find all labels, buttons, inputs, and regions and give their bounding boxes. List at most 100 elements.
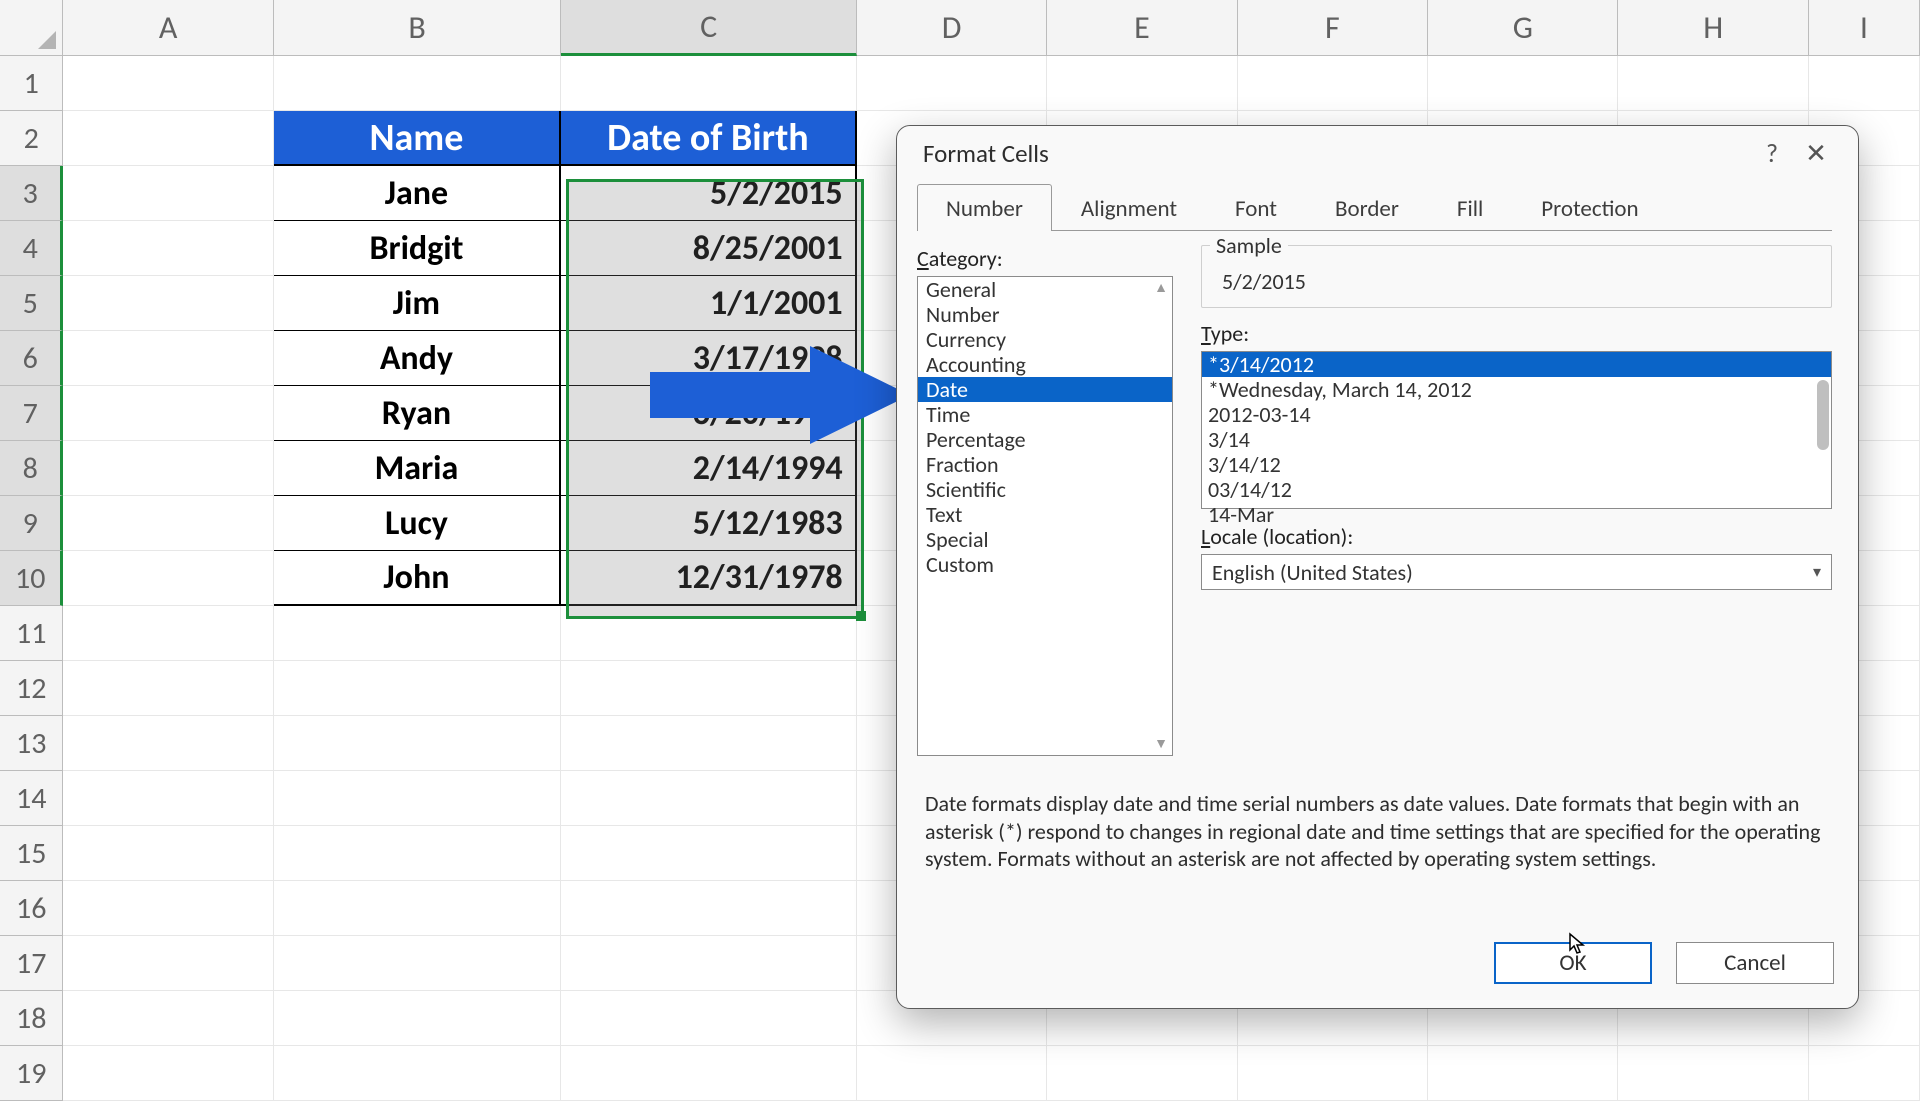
cell-A4[interactable] bbox=[63, 221, 273, 276]
cell-B18[interactable] bbox=[274, 991, 562, 1046]
cell-B7[interactable]: Ryan bbox=[274, 386, 562, 441]
category-item-special[interactable]: Special bbox=[918, 527, 1172, 552]
cancel-button[interactable]: Cancel bbox=[1676, 942, 1834, 984]
cell-A19[interactable] bbox=[63, 1046, 273, 1101]
cell-B6[interactable]: Andy bbox=[274, 331, 562, 386]
row-header-9[interactable]: 9 bbox=[0, 496, 63, 551]
category-item-text[interactable]: Text bbox=[918, 502, 1172, 527]
row-header-13[interactable]: 13 bbox=[0, 716, 63, 771]
tab-alignment[interactable]: Alignment bbox=[1052, 184, 1206, 231]
close-button[interactable]: ✕ bbox=[1794, 137, 1838, 169]
cell-C6[interactable]: 3/17/1998 bbox=[561, 331, 856, 386]
row-header-2[interactable]: 2 bbox=[0, 111, 63, 166]
row-header-19[interactable]: 19 bbox=[0, 1046, 63, 1101]
cell-I19[interactable] bbox=[1809, 1046, 1920, 1101]
cell-B1[interactable] bbox=[274, 56, 562, 111]
cell-A17[interactable] bbox=[63, 936, 273, 991]
row-header-16[interactable]: 16 bbox=[0, 881, 63, 936]
cell-B10[interactable]: John bbox=[274, 551, 562, 606]
cell-C4[interactable]: 8/25/2001 bbox=[561, 221, 856, 276]
row-header-14[interactable]: 14 bbox=[0, 771, 63, 826]
row-header-10[interactable]: 10 bbox=[0, 551, 63, 606]
cell-C7[interactable]: 6/20/1996 bbox=[561, 386, 856, 441]
cell-B4[interactable]: Bridgit bbox=[274, 221, 562, 276]
cell-C5[interactable]: 1/1/2001 bbox=[561, 276, 856, 331]
col-header-D[interactable]: D bbox=[857, 0, 1047, 56]
type-item[interactable]: 3/14/12 bbox=[1202, 452, 1831, 477]
category-item-percentage[interactable]: Percentage bbox=[918, 427, 1172, 452]
row-header-11[interactable]: 11 bbox=[0, 606, 63, 661]
cell-C10[interactable]: 12/31/1978 bbox=[561, 551, 856, 606]
category-item-fraction[interactable]: Fraction bbox=[918, 452, 1172, 477]
cell-A9[interactable] bbox=[63, 496, 273, 551]
cell-G19[interactable] bbox=[1428, 1046, 1618, 1101]
cell-B16[interactable] bbox=[274, 881, 562, 936]
cell-B8[interactable]: Maria bbox=[274, 441, 562, 496]
col-header-H[interactable]: H bbox=[1618, 0, 1808, 56]
row-header-17[interactable]: 17 bbox=[0, 936, 63, 991]
scrollbar[interactable] bbox=[1817, 380, 1829, 450]
category-item-custom[interactable]: Custom bbox=[918, 552, 1172, 577]
cell-I1[interactable] bbox=[1809, 56, 1920, 111]
cell-C1[interactable] bbox=[561, 56, 856, 111]
row-header-12[interactable]: 12 bbox=[0, 661, 63, 716]
cell-B12[interactable] bbox=[274, 661, 562, 716]
category-item-general[interactable]: General bbox=[918, 277, 1172, 302]
cell-A18[interactable] bbox=[63, 991, 273, 1046]
cell-C18[interactable] bbox=[561, 991, 856, 1046]
row-header-8[interactable]: 8 bbox=[0, 441, 63, 496]
cell-A5[interactable] bbox=[63, 276, 273, 331]
category-item-date[interactable]: Date bbox=[918, 377, 1172, 402]
cell-B15[interactable] bbox=[274, 826, 562, 881]
type-item[interactable]: 3/14 bbox=[1202, 427, 1831, 452]
select-all-corner[interactable] bbox=[0, 0, 63, 56]
category-item-currency[interactable]: Currency bbox=[918, 327, 1172, 352]
category-list[interactable]: ▲ GeneralNumberCurrencyAccountingDateTim… bbox=[917, 276, 1173, 756]
row-header-6[interactable]: 6 bbox=[0, 331, 63, 386]
type-item[interactable]: 14-Mar bbox=[1202, 502, 1831, 527]
row-header-3[interactable]: 3 bbox=[0, 166, 63, 221]
type-item[interactable]: *3/14/2012 bbox=[1202, 352, 1831, 377]
cell-B11[interactable] bbox=[274, 606, 562, 661]
locale-select[interactable]: English (United States) ▾ bbox=[1201, 554, 1832, 590]
cell-C16[interactable] bbox=[561, 881, 856, 936]
cell-C15[interactable] bbox=[561, 826, 856, 881]
col-header-G[interactable]: G bbox=[1428, 0, 1618, 56]
cell-D19[interactable] bbox=[857, 1046, 1047, 1101]
cell-A11[interactable] bbox=[63, 606, 273, 661]
scroll-up-icon[interactable]: ▲ bbox=[1150, 277, 1172, 299]
cell-C17[interactable] bbox=[561, 936, 856, 991]
col-header-B[interactable]: B bbox=[274, 0, 562, 56]
help-button[interactable]: ? bbox=[1750, 137, 1794, 169]
scroll-down-icon[interactable]: ▼ bbox=[1150, 733, 1172, 755]
cell-A13[interactable] bbox=[63, 716, 273, 771]
cell-B14[interactable] bbox=[274, 771, 562, 826]
cell-C14[interactable] bbox=[561, 771, 856, 826]
type-item[interactable]: 03/14/12 bbox=[1202, 477, 1831, 502]
cell-A15[interactable] bbox=[63, 826, 273, 881]
col-header-A[interactable]: A bbox=[63, 0, 273, 56]
tab-font[interactable]: Font bbox=[1206, 184, 1306, 231]
cell-A3[interactable] bbox=[63, 166, 273, 221]
cell-C9[interactable]: 5/12/1983 bbox=[561, 496, 856, 551]
category-item-scientific[interactable]: Scientific bbox=[918, 477, 1172, 502]
cell-E1[interactable] bbox=[1047, 56, 1237, 111]
cell-C19[interactable] bbox=[561, 1046, 856, 1101]
cell-H19[interactable] bbox=[1618, 1046, 1808, 1101]
col-header-C[interactable]: C bbox=[561, 0, 857, 56]
cell-B2[interactable]: Name bbox=[274, 111, 562, 166]
cell-F19[interactable] bbox=[1238, 1046, 1428, 1101]
cell-H1[interactable] bbox=[1618, 56, 1808, 111]
cell-C8[interactable]: 2/14/1994 bbox=[561, 441, 856, 496]
col-header-F[interactable]: F bbox=[1238, 0, 1428, 56]
type-item[interactable]: *Wednesday, March 14, 2012 bbox=[1202, 377, 1831, 402]
cell-E19[interactable] bbox=[1047, 1046, 1237, 1101]
cell-A1[interactable] bbox=[63, 56, 273, 111]
col-header-E[interactable]: E bbox=[1047, 0, 1237, 56]
category-item-accounting[interactable]: Accounting bbox=[918, 352, 1172, 377]
cell-B13[interactable] bbox=[274, 716, 562, 771]
tab-protection[interactable]: Protection bbox=[1512, 184, 1667, 231]
cell-B17[interactable] bbox=[274, 936, 562, 991]
cell-A6[interactable] bbox=[63, 331, 273, 386]
cell-G1[interactable] bbox=[1428, 56, 1618, 111]
